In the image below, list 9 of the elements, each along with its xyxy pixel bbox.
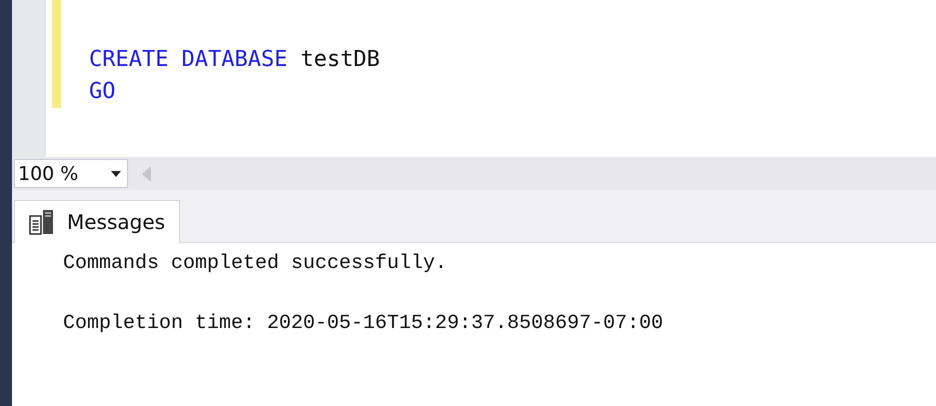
scroll-left-icon[interactable] <box>142 166 151 182</box>
messages-tab[interactable]: Messages <box>14 200 180 243</box>
message-text: Completion time: 2020-05-16T15:29:37.8508697-07:00 <box>63 311 664 337</box>
message-text: Commands completed successfully. <box>63 251 448 277</box>
messages-icon <box>29 209 55 235</box>
zoom-dropdown[interactable]: 100 % <box>14 159 128 188</box>
caret-icon <box>111 170 121 176</box>
code-line: GO <box>89 78 116 106</box>
code-line: CREATE DATABASE testDB <box>89 46 380 74</box>
